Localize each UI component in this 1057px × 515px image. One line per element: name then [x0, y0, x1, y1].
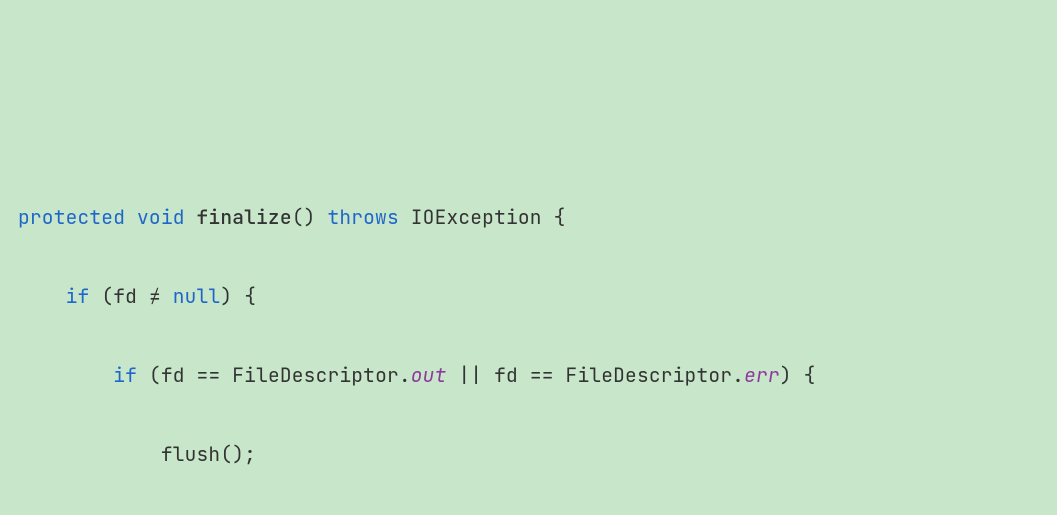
static-field: err — [744, 362, 780, 388]
keyword-null: null — [173, 283, 221, 309]
paren: () — [292, 204, 316, 230]
paren: ) — [780, 362, 792, 388]
brace: { — [244, 283, 256, 309]
type-name: FileDescriptor — [566, 362, 733, 388]
keyword-if: if — [113, 362, 137, 388]
brace: { — [804, 362, 816, 388]
method-name: finalize — [197, 204, 292, 230]
keyword-protected: protected — [18, 204, 125, 230]
field-ref: fd — [161, 362, 185, 388]
brace: { — [554, 204, 566, 230]
field-ref: fd — [494, 362, 518, 388]
static-field: out — [411, 362, 447, 388]
keyword-void: void — [137, 204, 185, 230]
code-line[interactable]: flush(); — [0, 435, 1057, 475]
type-name: FileDescriptor — [232, 362, 399, 388]
code-editor[interactable]: protected void finalize() throws IOExcep… — [0, 158, 1057, 515]
keyword-throws: throws — [327, 204, 398, 230]
paren: ( — [101, 283, 113, 309]
paren: () — [220, 441, 244, 467]
code-line[interactable]: if (fd == FileDescriptor.out || fd == Fi… — [0, 356, 1057, 396]
code-line[interactable]: if (fd ≠ null) { — [0, 277, 1057, 317]
operator-eq: == — [530, 362, 554, 388]
keyword-if: if — [66, 283, 90, 309]
field-ref: fd — [113, 283, 137, 309]
operator-eq: == — [197, 362, 221, 388]
operator-ne: ≠ — [149, 283, 161, 309]
operator-or: || — [458, 362, 482, 388]
paren: ( — [149, 362, 161, 388]
type-name: IOException — [411, 204, 542, 230]
paren: ) — [220, 283, 232, 309]
method-call: flush — [161, 441, 221, 467]
code-line[interactable]: protected void finalize() throws IOExcep… — [0, 198, 1057, 238]
